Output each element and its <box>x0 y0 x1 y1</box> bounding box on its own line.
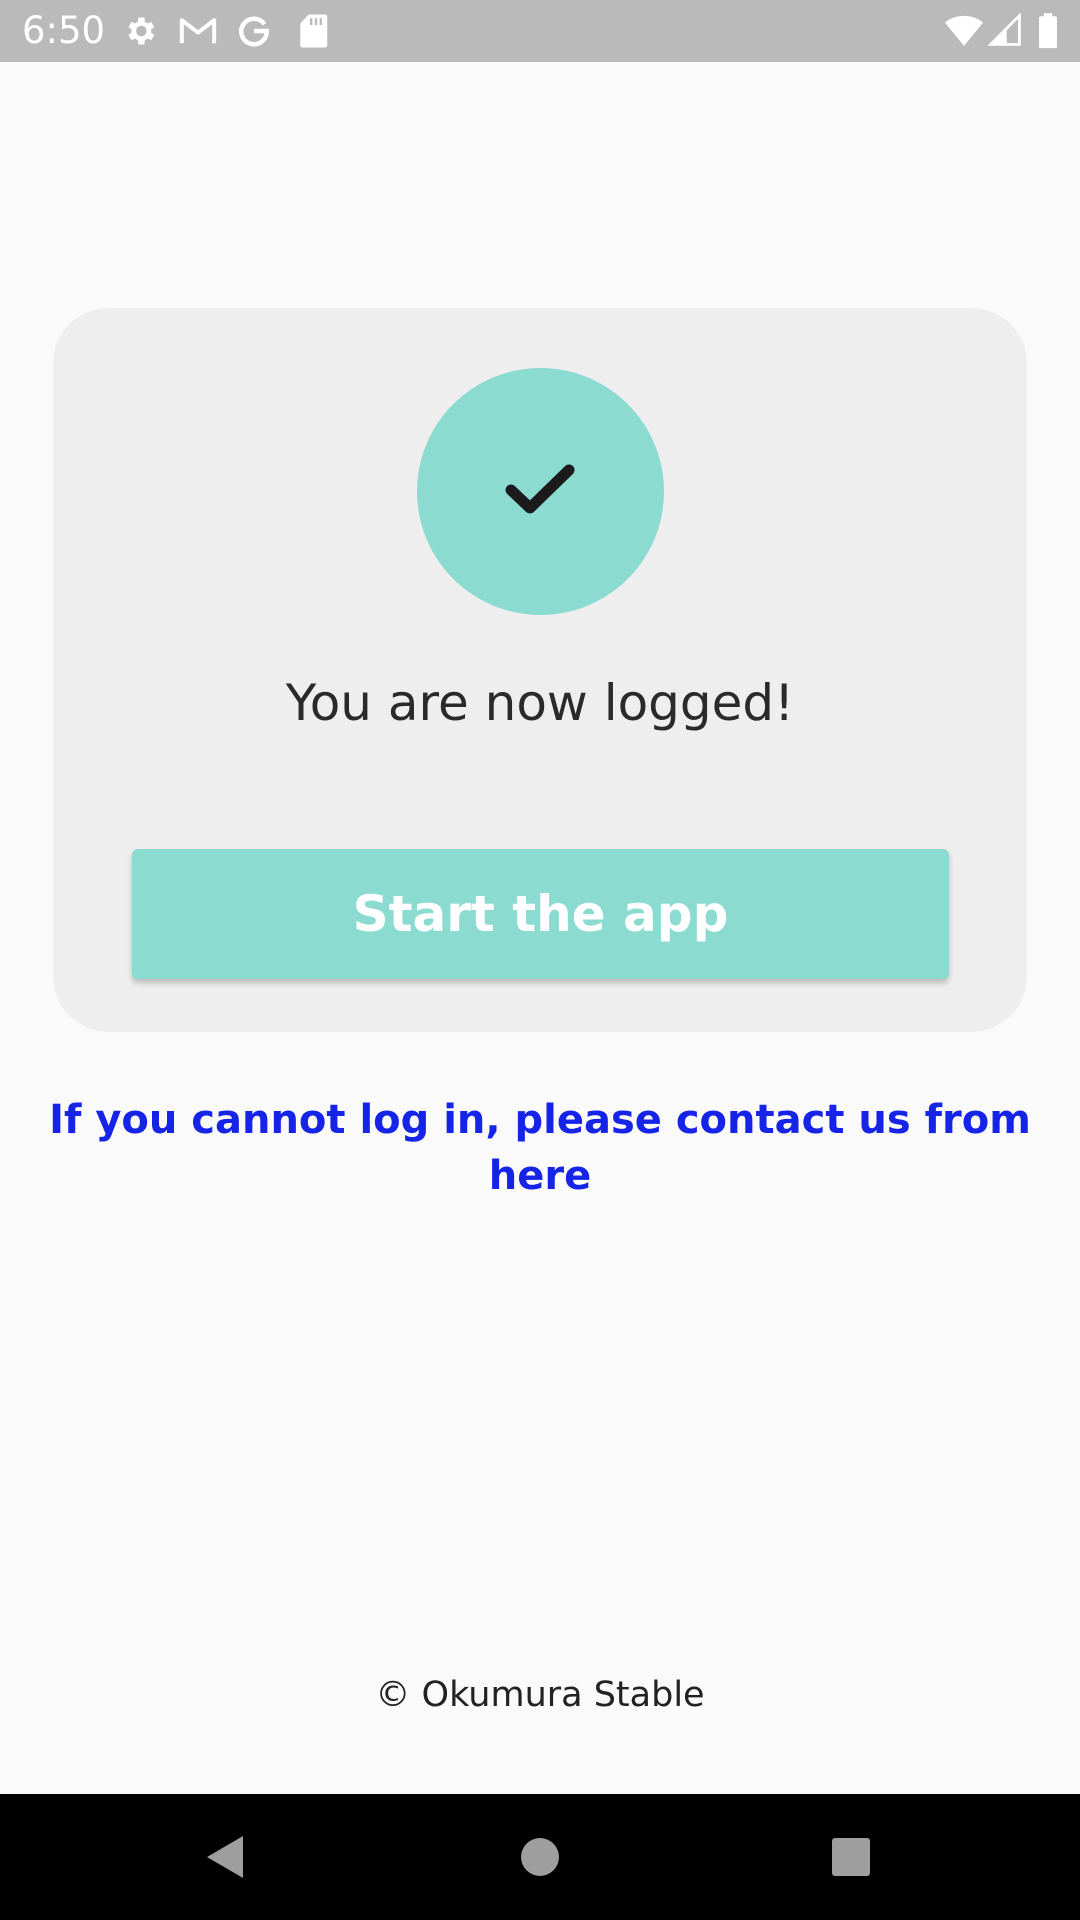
google-icon <box>236 13 272 54</box>
recents-button[interactable] <box>771 1794 931 1920</box>
back-button[interactable] <box>145 1794 305 1920</box>
sd-card-icon <box>297 13 329 54</box>
home-icon <box>521 1838 559 1876</box>
back-icon <box>207 1836 243 1878</box>
checkmark-icon <box>505 464 575 514</box>
copyright-text: © Okumura Stable <box>375 1675 705 1715</box>
login-success-card: You are now logged! Start the app <box>53 308 1027 1032</box>
status-time: 6:50 <box>22 9 106 52</box>
gmail-icon <box>178 13 218 54</box>
settings-icon <box>122 13 158 54</box>
recents-icon <box>832 1838 870 1876</box>
success-message: You are now logged! <box>285 674 795 732</box>
contact-support-link[interactable]: If you cannot log in, please contact us … <box>0 1092 1080 1204</box>
success-badge <box>417 368 664 615</box>
status-bar: 6:50 <box>0 0 1080 62</box>
wifi-icon <box>944 13 984 52</box>
cellular-signal-icon <box>987 12 1022 52</box>
home-button[interactable] <box>460 1794 620 1920</box>
navigation-bar <box>0 1794 1080 1920</box>
start-app-button[interactable]: Start the app <box>132 849 949 979</box>
battery-icon <box>1038 13 1058 54</box>
